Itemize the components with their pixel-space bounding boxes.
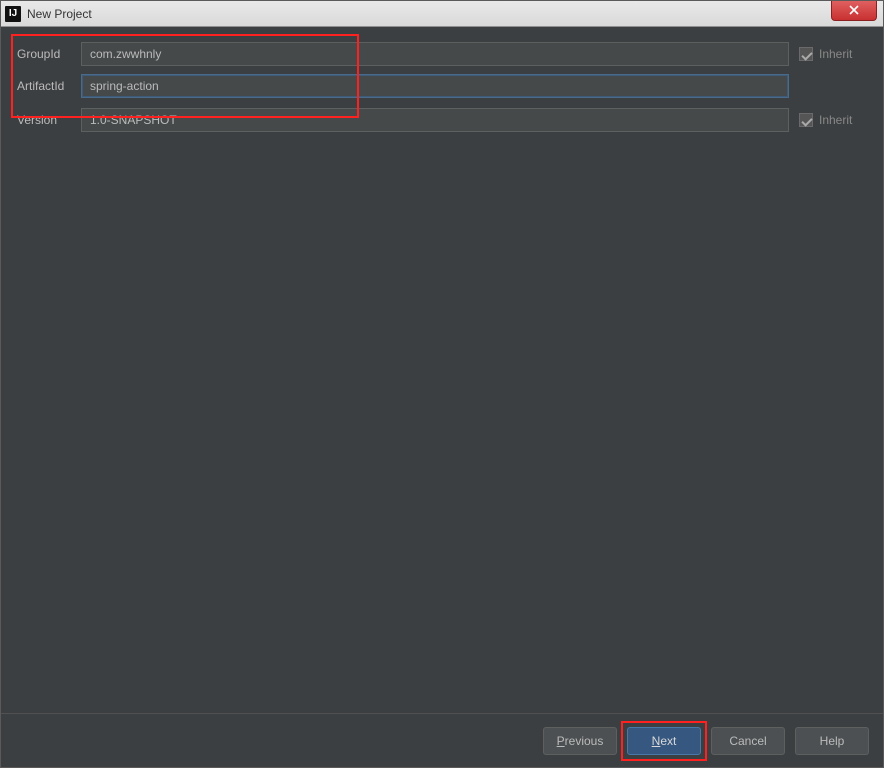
mnemonic: P	[557, 734, 565, 748]
window-close-button[interactable]	[831, 1, 877, 21]
titlebar[interactable]: IJ New Project	[1, 1, 883, 27]
version-input[interactable]	[81, 108, 789, 132]
next-button-wrap: Next	[627, 727, 701, 755]
group-id-row: GroupId Inherit	[15, 41, 871, 67]
version-inherit[interactable]: Inherit	[799, 113, 871, 127]
group-id-input[interactable]	[81, 42, 789, 66]
checkbox-icon	[799, 47, 813, 61]
checkbox-icon	[799, 113, 813, 127]
next-button[interactable]: Next	[627, 727, 701, 755]
version-row: Version Inherit	[15, 107, 871, 133]
button-rest: ext	[660, 734, 676, 748]
dialog-body: GroupId Inherit ArtifactId Version Inher…	[1, 27, 883, 713]
version-label: Version	[15, 113, 81, 127]
new-project-dialog: IJ New Project GroupId Inherit ArtifactI…	[0, 0, 884, 768]
cancel-button[interactable]: Cancel	[711, 727, 785, 755]
button-rest: revious	[565, 734, 604, 748]
inherit-label: Inherit	[819, 113, 852, 127]
group-id-inherit[interactable]: Inherit	[799, 47, 871, 61]
window-title: New Project	[27, 7, 831, 21]
help-button[interactable]: Help	[795, 727, 869, 755]
dialog-footer: Previous Next Cancel Help	[1, 713, 883, 767]
artifact-id-label: ArtifactId	[15, 79, 81, 93]
group-id-label: GroupId	[15, 47, 81, 61]
app-icon: IJ	[5, 6, 21, 22]
inherit-label: Inherit	[819, 47, 852, 61]
artifact-id-row: ArtifactId	[15, 73, 871, 99]
mnemonic: N	[652, 734, 661, 748]
close-icon	[848, 5, 860, 15]
artifact-id-input[interactable]	[81, 74, 789, 98]
previous-button[interactable]: Previous	[543, 727, 617, 755]
